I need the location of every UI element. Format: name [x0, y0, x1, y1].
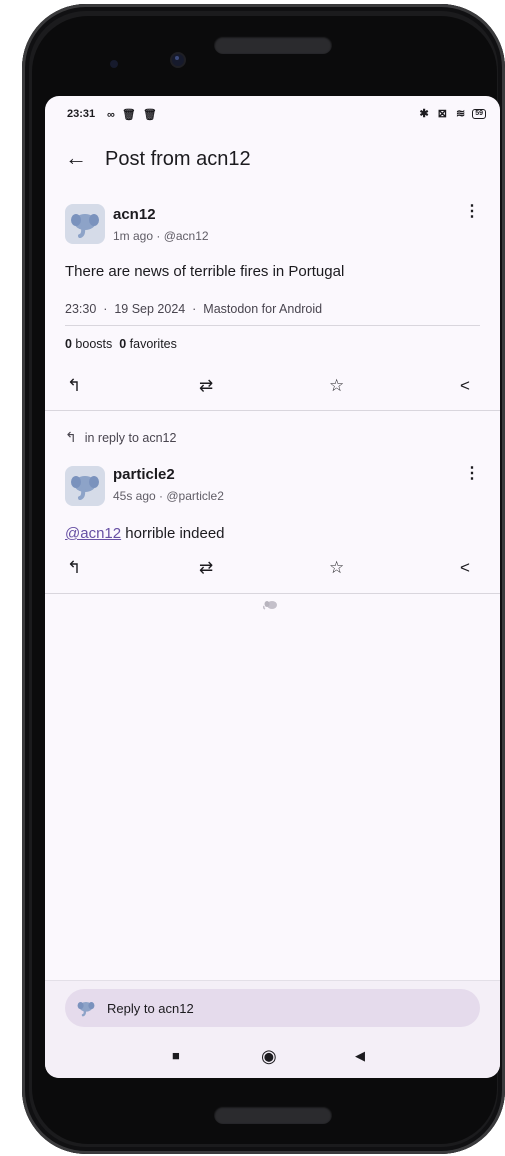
recents-icon[interactable]: ■	[172, 1046, 180, 1066]
avatar[interactable]	[65, 466, 105, 506]
notification-icons: ∞ 🗑 🗑	[107, 109, 159, 121]
page-title: Post from acn12	[105, 148, 251, 170]
favorite-icon[interactable]: ☆	[329, 374, 344, 398]
post-metadata: 23:30 · 19 Sep 2024 · Mastodon for Andro…	[65, 302, 323, 316]
reply-text: @acn12 horrible indeed	[65, 525, 225, 542]
mention-link[interactable]: @acn12	[65, 525, 121, 542]
reply-arrow-icon: ↰	[65, 429, 77, 445]
author-meta: 1m ago · @acn12	[113, 229, 209, 243]
elephant-avatar-icon	[71, 476, 99, 500]
earpiece-speaker	[214, 36, 332, 54]
reply-icon[interactable]: ↰	[67, 556, 81, 580]
share-icon[interactable]: <	[460, 556, 470, 580]
system-nav-bar: ■ ◉ ◀	[45, 1036, 500, 1078]
post-actions: ↰ ⇄ ☆ <	[45, 556, 500, 580]
reply-body: horrible indeed	[121, 525, 225, 542]
in-reply-label: in reply to acn12	[84, 430, 177, 445]
battery-icon: 59	[472, 108, 486, 119]
share-icon[interactable]: <	[460, 374, 470, 398]
elephant-avatar-icon	[77, 999, 95, 1017]
status-bar: 23:31 ∞ 🗑 🗑 ✱ ⊠ ≋ 59	[45, 96, 500, 132]
favorite-icon[interactable]: ☆	[329, 556, 344, 580]
author-name[interactable]: acn12	[113, 206, 156, 223]
post-stats: 0 boosts 0 favorites	[65, 337, 177, 351]
back-arrow-icon[interactable]: ←	[65, 146, 87, 170]
favorites-label[interactable]: favorites	[126, 337, 177, 351]
post-actions: ↰ ⇄ ☆ <	[45, 374, 500, 398]
status-time: 23:31	[67, 108, 96, 120]
in-reply-to[interactable]: ↰ in reply to acn12	[65, 429, 176, 446]
loading-elephant-icon	[262, 600, 279, 613]
divider	[65, 325, 480, 326]
front-camera	[172, 54, 184, 66]
avatar[interactable]	[65, 204, 105, 244]
app-screen: 23:31 ∞ 🗑 🗑 ✱ ⊠ ≋ 59 ← Post from acn12 a…	[45, 96, 500, 1078]
system-icons: ✱ ⊠ ≋ 59	[419, 107, 486, 120]
more-options-icon[interactable]: ⋮	[464, 204, 480, 220]
home-icon[interactable]: ◉	[261, 1046, 277, 1066]
boost-icon[interactable]: ⇄	[199, 374, 213, 398]
author-meta: 45s ago · @particle2	[113, 489, 224, 503]
reply-bar: Reply to acn12	[45, 980, 500, 1037]
top-app-bar: ← Post from acn12	[45, 140, 500, 180]
sensor-dot	[110, 60, 118, 68]
more-options-icon[interactable]: ⋮	[464, 466, 480, 482]
bluetooth-wifi-icons: ✱ ⊠ ≋	[419, 108, 469, 120]
reply-input[interactable]: Reply to acn12	[65, 989, 480, 1027]
post-text: There are news of terrible fires in Port…	[65, 263, 345, 280]
back-icon[interactable]: ◀	[355, 1046, 365, 1066]
elephant-avatar-icon	[71, 214, 99, 238]
reply-placeholder: Reply to acn12	[107, 1000, 194, 1016]
boost-icon[interactable]: ⇄	[199, 556, 213, 580]
divider	[45, 410, 500, 411]
boosts-label[interactable]: boosts	[72, 337, 112, 351]
author-name[interactable]: particle2	[113, 466, 175, 483]
bottom-speaker	[214, 1106, 332, 1124]
reply-icon[interactable]: ↰	[67, 374, 81, 398]
boosts-count: 0	[65, 337, 72, 351]
divider	[45, 593, 500, 594]
